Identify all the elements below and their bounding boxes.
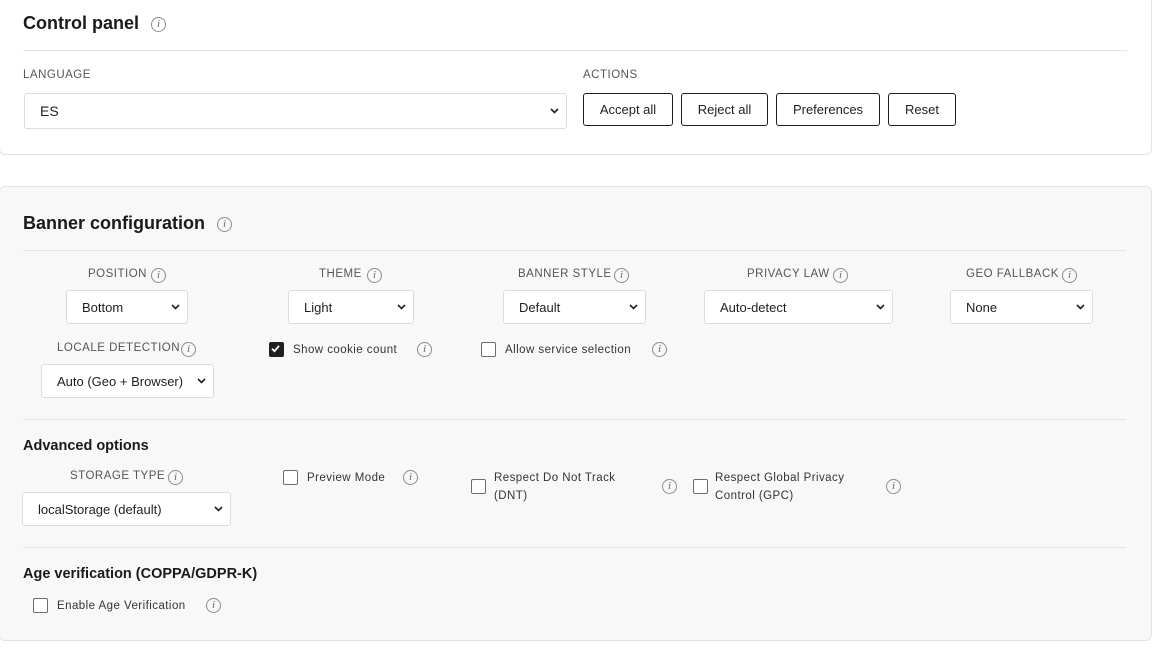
theme-select[interactable]: Light (288, 290, 414, 324)
gpc-label-line1: Respect Global Privacy (715, 472, 845, 484)
banner-style-select-value: Default (519, 299, 561, 315)
chevron-down-icon (197, 378, 206, 384)
banner-configuration-title: Banner configuration (23, 213, 206, 233)
dnt-label-line2: (DNT) (494, 490, 528, 502)
position-select-value: Bottom (82, 299, 124, 315)
control-panel-card (0, 0, 1152, 155)
banner-style-select[interactable]: Default (503, 290, 646, 324)
checkmark-icon (271, 345, 280, 353)
dnt-label-line1: Respect Do Not Track (494, 472, 616, 484)
info-icon[interactable]: i (662, 479, 677, 494)
position-label: POSITION (88, 268, 147, 280)
language-select-value: ES (40, 103, 59, 119)
allow-service-selection-checkbox[interactable] (481, 342, 496, 357)
info-icon[interactable]: i (652, 342, 667, 357)
chevron-down-icon (214, 506, 223, 512)
info-icon[interactable]: i (217, 217, 232, 232)
reject-all-button[interactable]: Reject all (681, 93, 768, 126)
position-select[interactable]: Bottom (66, 290, 188, 324)
control-panel-title: Control panel (23, 13, 139, 33)
info-icon[interactable]: i (151, 17, 166, 32)
geo-fallback-select-value: None (966, 299, 998, 315)
info-icon[interactable]: i (833, 268, 848, 283)
reset-button[interactable]: Reset (888, 93, 956, 126)
theme-label: THEME (319, 268, 362, 280)
chevron-down-icon (1076, 304, 1085, 310)
info-icon[interactable]: i (151, 268, 166, 283)
accept-all-button[interactable]: Accept all (583, 93, 673, 126)
info-icon[interactable]: i (614, 268, 629, 283)
locale-detection-select-value: Auto (Geo + Browser) (57, 373, 184, 389)
locale-detection-label: LOCALE DETECTION (57, 342, 181, 354)
divider (23, 50, 1127, 51)
preferences-button[interactable]: Preferences (776, 93, 880, 126)
privacy-law-select-value: Auto-detect (720, 299, 787, 315)
info-icon[interactable]: i (168, 470, 183, 485)
divider (23, 250, 1126, 251)
gpc-checkbox[interactable] (693, 479, 708, 494)
locale-detection-select[interactable]: Auto (Geo + Browser) (41, 364, 214, 398)
info-icon[interactable]: i (403, 470, 418, 485)
chevron-down-icon (397, 304, 406, 310)
enable-age-verification-checkbox[interactable] (33, 598, 48, 613)
theme-select-value: Light (304, 299, 333, 315)
divider (23, 419, 1126, 420)
divider (23, 547, 1126, 548)
chevron-down-icon (876, 304, 885, 310)
geo-fallback-select[interactable]: None (950, 290, 1093, 324)
language-select[interactable]: ES (24, 93, 567, 129)
enable-age-verification-label: Enable Age Verification (57, 600, 186, 612)
storage-type-label: STORAGE TYPE (70, 470, 166, 482)
preview-mode-checkbox[interactable] (283, 470, 298, 485)
age-verification-title: Age verification (COPPA/GDPR-K) (23, 566, 258, 582)
preview-mode-label: Preview Mode (307, 472, 386, 484)
chevron-down-icon (171, 304, 180, 310)
info-icon[interactable]: i (417, 342, 432, 357)
info-icon[interactable]: i (886, 479, 901, 494)
info-icon[interactable]: i (367, 268, 382, 283)
actions-label: ACTIONS (583, 69, 638, 81)
language-label: LANGUAGE (23, 69, 91, 81)
advanced-options-title: Advanced options (23, 438, 149, 454)
privacy-law-label: PRIVACY LAW (747, 268, 830, 280)
gpc-label-line2: Control (GPC) (715, 490, 794, 502)
privacy-law-select[interactable]: Auto-detect (704, 290, 893, 324)
info-icon[interactable]: i (206, 598, 221, 613)
storage-type-select-value: localStorage (default) (38, 501, 162, 517)
storage-type-select[interactable]: localStorage (default) (22, 492, 231, 526)
chevron-down-icon (550, 108, 559, 114)
info-icon[interactable]: i (181, 342, 196, 357)
allow-service-selection-label: Allow service selection (505, 344, 632, 356)
info-icon[interactable]: i (1062, 268, 1077, 283)
show-cookie-count-label: Show cookie count (293, 344, 398, 356)
banner-style-label: BANNER STYLE (518, 268, 612, 280)
geo-fallback-label: GEO FALLBACK (966, 268, 1059, 280)
dnt-checkbox[interactable] (471, 479, 486, 494)
chevron-down-icon (629, 304, 638, 310)
show-cookie-count-checkbox[interactable] (269, 342, 284, 357)
